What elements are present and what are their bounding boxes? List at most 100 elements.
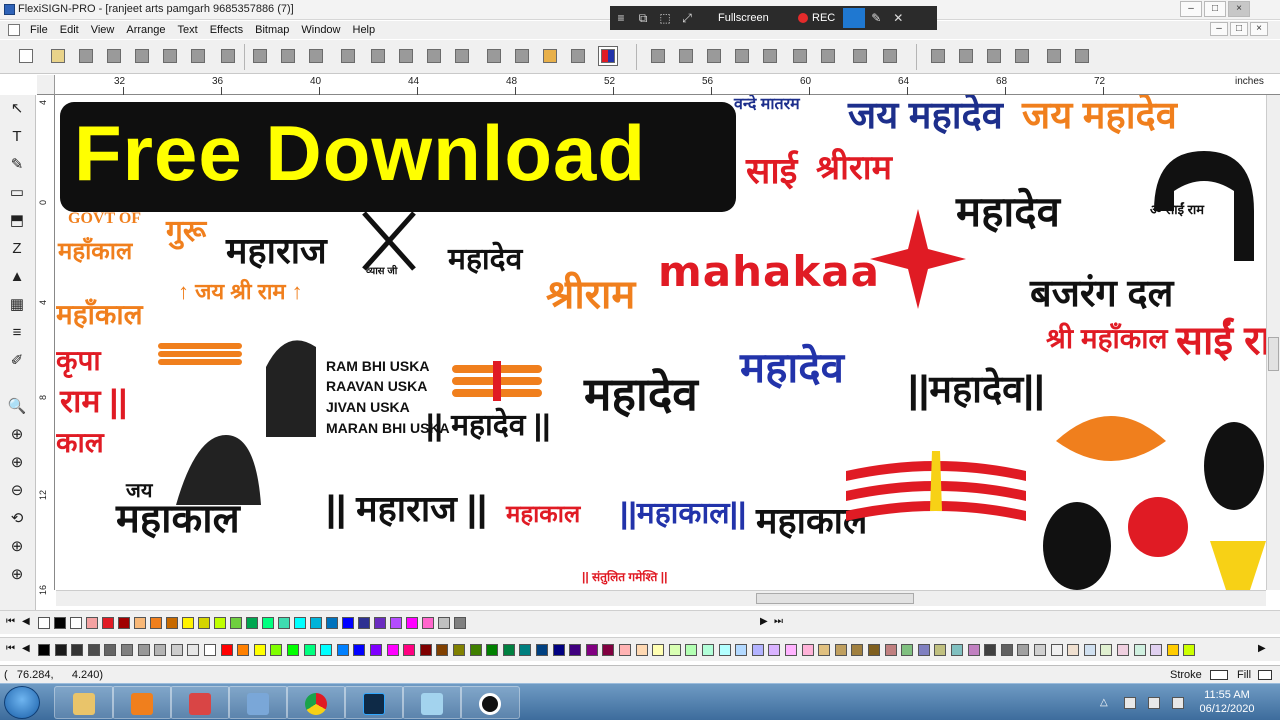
color-swatch[interactable] [751,644,764,656]
color-swatch[interactable] [536,644,548,656]
art-text[interactable]: महाकाल [116,499,240,539]
color-swatch[interactable] [552,644,565,656]
volume-icon[interactable] [1172,697,1184,709]
battery-icon[interactable] [1148,697,1160,709]
recorder-close-icon[interactable]: ✕ [887,11,909,25]
color-swatch[interactable] [422,617,434,629]
start-button[interactable] [4,686,40,719]
align-icon[interactable] [648,46,668,66]
select-tool-icon[interactable]: ↖ [7,99,27,119]
menu-view[interactable]: View [85,24,121,36]
color-swatch[interactable] [502,644,515,656]
art-text[interactable]: श्रीराम [816,151,892,185]
art-text[interactable]: श्री महाँकाल [1046,325,1167,353]
palette-next-icon[interactable]: ▶ [760,616,768,627]
color-swatch[interactable] [652,644,665,656]
color-swatch[interactable] [342,617,354,629]
menu-text[interactable]: Text [172,24,204,36]
fill-swatch[interactable] [1258,670,1272,680]
color-swatch[interactable] [1100,644,1113,656]
menu-effects[interactable]: Effects [204,24,249,36]
art-text[interactable]: बजरंग दल [1030,275,1173,313]
export-icon[interactable] [132,46,152,66]
color-swatch[interactable] [270,644,283,656]
recorder-resize-icon[interactable]: ⤢ [676,11,698,26]
color-swatch[interactable] [246,617,258,629]
cut-plot-icon[interactable] [188,46,208,66]
color-swatch[interactable] [137,644,150,656]
color-swatch[interactable] [453,644,465,656]
color-swatch[interactable] [262,617,274,629]
art-text[interactable]: RAAVAN USKA [326,379,427,393]
eyedropper-tool-icon[interactable]: ✐ [7,351,27,371]
color-swatch[interactable] [118,617,130,629]
contour-icon[interactable] [850,46,870,66]
art-text[interactable]: साईं राम [1176,321,1266,361]
menu-file[interactable]: File [24,24,54,36]
art-text[interactable]: राम || [60,385,127,417]
art-text[interactable]: श्रीराम [546,275,635,315]
color-swatch[interactable] [170,644,183,656]
color-swatch[interactable] [1050,644,1063,656]
art-text[interactable]: महाँकाल [56,301,143,329]
recorder-region-icon[interactable]: ⬚ [654,11,676,25]
copy-icon[interactable] [278,46,298,66]
color-swatch[interactable] [166,617,178,629]
color-swatch[interactable] [370,644,382,656]
open-file-icon[interactable] [48,46,68,66]
color-swatch[interactable] [685,644,698,656]
minimize-button[interactable]: – [1180,1,1202,17]
combine-icon[interactable] [790,46,810,66]
color-swatch[interactable] [54,617,66,629]
color-swatch[interactable] [834,644,847,656]
tray-expand-icon[interactable]: △ [1100,697,1112,709]
art-text[interactable]: वन्दे मातरम [734,97,800,113]
cloud-icon[interactable] [1072,46,1092,66]
color-swatch[interactable] [768,644,781,656]
art-text[interactable]: || महादेव || [426,411,551,441]
color-swatch[interactable] [134,617,146,629]
art-text[interactable]: ||महाकाल|| [620,499,746,529]
doc-minimize-button[interactable]: – [1210,22,1228,36]
color-swatch[interactable] [198,617,210,629]
zoom-tool-icon[interactable]: 🔍 [7,397,27,417]
palette2-prev-icon[interactable]: ◀ [22,643,30,654]
color-swatch[interactable] [87,644,100,656]
scissors-icon[interactable] [250,46,270,66]
art-text[interactable]: || महाराज || [326,491,487,527]
art-text[interactable]: महाँकाल [58,240,132,264]
color-swatch[interactable] [320,644,333,656]
redo-icon[interactable] [396,46,416,66]
color-swatch[interactable] [154,644,167,656]
chrome-taskbar-button[interactable] [286,686,346,719]
zoom-icon[interactable] [568,46,588,66]
color-swatch[interactable] [303,644,316,656]
art-text[interactable]: GOVT OF [68,211,141,227]
horizontal-ruler[interactable]: 32 36 40 44 48 52 56 60 64 68 72 inches [55,75,1280,95]
shape-tool-icon[interactable]: ▲ [7,267,27,287]
color-swatch[interactable] [104,644,117,656]
zoom-in-icon[interactable]: ⊕ [7,425,27,445]
art-text[interactable]: || संतुलित गमेश्ति || [582,571,667,583]
art-text[interactable]: RAM BHI USKA [326,359,429,373]
color-swatch[interactable] [54,644,67,656]
recorder-taskbar-button[interactable] [460,686,520,719]
color-swatch[interactable] [86,617,98,629]
color-swatch[interactable] [353,644,366,656]
menu-help[interactable]: Help [347,24,382,36]
art-text[interactable]: महादेव [448,245,522,275]
color-swatch[interactable] [619,644,631,656]
color-swatch[interactable] [702,644,714,656]
color-swatch[interactable] [519,644,532,656]
weld-icon[interactable] [760,46,780,66]
color-swatch[interactable] [38,617,50,629]
color-swatch[interactable] [967,644,980,656]
grid-tool-icon[interactable]: ▦ [7,295,27,315]
photoshop-taskbar-button[interactable] [344,686,404,719]
color-swatch[interactable] [150,617,162,629]
notepad-taskbar-button[interactable] [402,686,462,719]
color-swatch[interactable] [336,644,349,656]
menu-arrange[interactable]: Arrange [120,24,171,36]
art-text[interactable]: महादेव [956,191,1060,233]
color-swatch[interactable] [419,644,432,656]
